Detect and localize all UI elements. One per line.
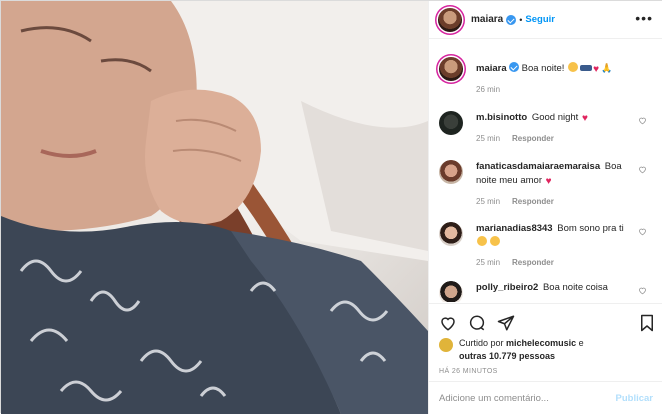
likes-summary: Curtido por michelecomusic e outras 10.7… <box>439 337 655 363</box>
emoji-pray-icon: 🙏 <box>601 63 613 73</box>
follow-button[interactable]: Seguir <box>525 14 555 25</box>
comment-text: Good night <box>531 112 579 123</box>
comment-icon[interactable] <box>468 314 486 332</box>
emoji-face-icon <box>490 236 500 246</box>
caption: maiara Boa noite! ♥ 🙏 26 min <box>429 57 662 94</box>
reply-button[interactable]: Responder <box>512 258 554 267</box>
comment-item: polly_ribeiro2 Boa noite coisa <box>429 281 662 302</box>
share-icon[interactable] <box>497 314 515 332</box>
heart-icon[interactable] <box>439 314 457 332</box>
post-timestamp[interactable]: HÁ 26 MINUTOS <box>439 368 498 375</box>
emoji-heart-icon: ♥ <box>581 113 588 124</box>
emoji-face-icon <box>477 236 487 246</box>
emoji-face-icon <box>568 62 579 72</box>
author-username[interactable]: maiara <box>471 14 503 25</box>
commenter-avatar[interactable] <box>439 281 463 302</box>
comment-age: 25 min <box>476 197 501 206</box>
caption-username[interactable]: maiara <box>476 63 507 74</box>
author-avatar[interactable] <box>438 7 462 32</box>
comment-username[interactable]: fanaticasdamaiaraemaraisa <box>476 161 600 172</box>
reply-button[interactable]: Responder <box>512 197 554 206</box>
post-side-panel: maiara • Seguir ••• maiara Boa noite! ♥ 🙏 … <box>428 1 662 414</box>
heart-icon[interactable] <box>638 286 647 295</box>
comments-list[interactable]: maiara Boa noite! ♥ 🙏 26 min m.bisinotto G… <box>429 40 662 302</box>
heart-icon[interactable] <box>638 165 647 174</box>
publish-button[interactable]: Publicar <box>616 393 654 404</box>
comment-text: Boa noite coisa <box>542 282 608 293</box>
commenter-avatar[interactable] <box>439 222 463 246</box>
comment-age: 25 min <box>476 258 501 267</box>
separator-dot: • <box>519 14 523 25</box>
commenter-avatar[interactable] <box>439 160 463 184</box>
more-icon[interactable]: ••• <box>635 11 653 25</box>
bookmark-icon[interactable] <box>639 314 655 332</box>
emoji-heart-icon: ♥ <box>545 176 552 187</box>
photo-illustration <box>1 1 428 414</box>
post-modal: maiara • Seguir ••• maiara Boa noite! ♥ 🙏 … <box>0 0 662 414</box>
caption-age: 26 min <box>476 85 501 94</box>
comment-item: m.bisinotto Good night ♥ 25 min Responder <box>429 111 662 143</box>
comment-item: marianadias8343 Bom sono pra ti 25 min Re… <box>429 222 662 267</box>
caption-text: Boa noite! <box>521 63 565 74</box>
comment-text: Bom sono pra ti <box>557 223 624 234</box>
comment-input[interactable] <box>439 392 616 404</box>
author-avatar[interactable] <box>439 57 463 81</box>
comment-username[interactable]: marianadias8343 <box>476 223 553 234</box>
commenter-avatar[interactable] <box>439 111 463 135</box>
comment-item: fanaticasdamaiaraemaraisa Boa noite meu … <box>429 160 662 206</box>
heart-icon[interactable] <box>638 227 647 236</box>
liked-by-username[interactable]: michelecomusic <box>506 338 576 348</box>
likes-prefix: Curtido por <box>459 338 504 348</box>
post-photo[interactable] <box>1 1 428 414</box>
comment-username[interactable]: m.bisinotto <box>476 112 527 123</box>
verified-badge-icon <box>508 62 519 72</box>
heart-icon[interactable] <box>638 116 647 125</box>
comment-username[interactable]: polly_ribeiro2 <box>476 282 538 293</box>
post-header: maiara • Seguir ••• <box>429 1 662 39</box>
action-bar <box>429 303 662 339</box>
comment-age: 25 min <box>476 134 501 143</box>
likes-joiner: e <box>578 338 584 348</box>
emoji-car-icon <box>580 65 593 71</box>
likes-others-link[interactable]: outras 10.779 pessoas <box>459 351 555 361</box>
add-comment-bar: Publicar <box>429 381 662 414</box>
verified-badge-icon <box>506 14 517 25</box>
liker-avatar[interactable] <box>439 338 453 352</box>
emoji-heart-icon: ♥ <box>593 64 600 75</box>
reply-button[interactable]: Responder <box>512 134 554 143</box>
